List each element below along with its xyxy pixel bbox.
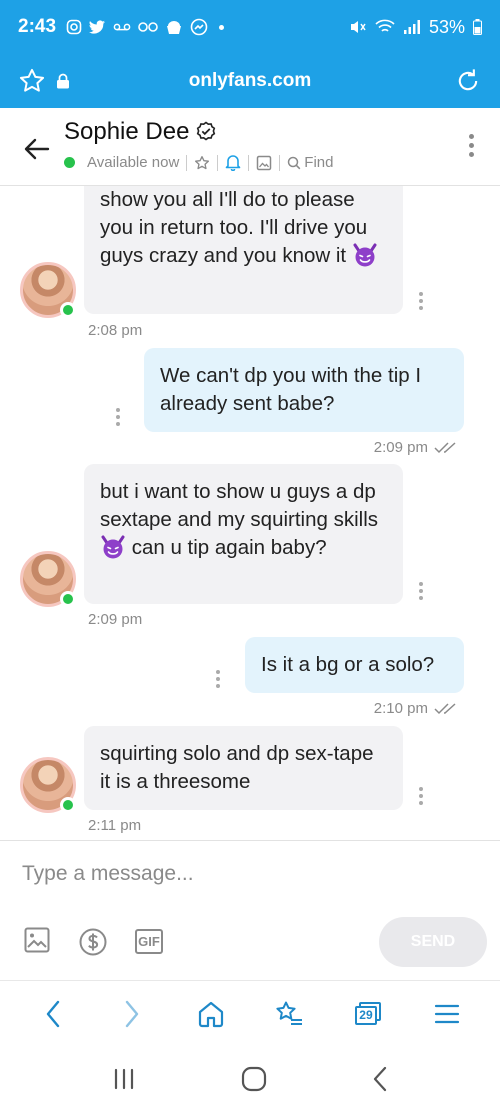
message-options-icon[interactable] [419, 582, 423, 600]
tabs-button[interactable]: 29 [348, 994, 388, 1034]
message-text: squirting solo and dp sex-tape it is a t… [100, 742, 374, 793]
browser-back-button[interactable] [33, 994, 73, 1034]
message-options-icon[interactable] [419, 787, 423, 805]
incoming-message[interactable]: squirting solo and dp sex-tape it is a t… [84, 726, 403, 810]
gif-label: GIF [138, 934, 160, 949]
contact-subline: Available now Find [64, 154, 333, 171]
cast-icon [138, 22, 158, 32]
cupcake-icon [167, 21, 182, 34]
message-options-icon[interactable] [116, 408, 120, 426]
smiling-devil-emoji-icon [101, 535, 125, 559]
message-options-icon[interactable] [419, 292, 423, 310]
avatar[interactable] [20, 262, 76, 318]
avatar[interactable] [20, 551, 76, 607]
find-button[interactable]: Find [287, 154, 333, 171]
message-text: We can't dp you with the tip I already s… [160, 364, 422, 415]
outgoing-message[interactable]: Is it a bg or a solo? [245, 637, 464, 693]
chevron-left-icon [47, 1000, 60, 1027]
back-arrow-icon[interactable] [20, 132, 54, 166]
message-time-row: 2:10 pm [374, 700, 460, 717]
verified-badge-icon [197, 121, 216, 141]
chevron-right-icon [125, 1000, 139, 1027]
contact-name-row[interactable]: Sophie Dee [64, 118, 217, 146]
divider [279, 154, 281, 171]
online-dot [60, 591, 76, 607]
message-text: show you all I'll do to please you in re… [100, 188, 368, 267]
browser-menu-button[interactable] [427, 994, 467, 1034]
chat-header: Sophie Dee Available now Find [0, 108, 500, 186]
bookmarks-button[interactable] [269, 994, 309, 1034]
online-dot [60, 797, 76, 813]
lock-icon [57, 73, 69, 89]
contact-name[interactable]: Sophie Dee [64, 118, 189, 146]
smiling-devil-emoji-icon [353, 243, 377, 267]
gallery-icon[interactable] [256, 155, 272, 171]
tip-dollar-icon[interactable] [79, 928, 107, 956]
outgoing-message[interactable]: We can't dp you with the tip I already s… [144, 348, 464, 432]
message-time: 2:09 pm [373, 439, 428, 456]
availability-status: Available now [87, 154, 180, 171]
browser-forward-button[interactable] [112, 994, 152, 1034]
gif-button[interactable]: GIF [135, 929, 163, 954]
message-text: Is it a bg or a solo? [261, 653, 435, 676]
voicemail-icon [113, 23, 131, 31]
message-time: 2:09 pm [88, 611, 143, 628]
message-options-icon[interactable] [216, 670, 220, 688]
mute-icon [350, 21, 366, 33]
find-label: Find [304, 154, 334, 171]
divider [217, 154, 219, 171]
search-icon [288, 156, 301, 169]
signal-icon [403, 20, 420, 34]
status-time: 2:43 [18, 16, 57, 37]
message-time: 2:08 pm [88, 322, 143, 339]
messenger-icon [190, 18, 208, 36]
message-list[interactable]: show you all I'll do to please you in re… [0, 186, 500, 840]
reload-icon[interactable] [454, 67, 482, 95]
message-time: 2:11 pm [88, 817, 142, 834]
message-time: 2:10 pm [373, 700, 428, 717]
divider [248, 154, 250, 171]
tabs-icon: 29 [354, 1001, 381, 1026]
online-dot [64, 157, 75, 168]
tab-count: 29 [359, 1008, 373, 1022]
browser-home-button[interactable] [191, 994, 231, 1034]
recent-apps-icon[interactable] [112, 1068, 136, 1090]
online-dot [60, 302, 76, 318]
browser-toolbar: 29 [0, 980, 500, 1046]
system-navigation-bar [0, 1046, 500, 1112]
notification-icons [66, 18, 225, 36]
message-time-row: 2:09 pm [374, 439, 460, 456]
url-text[interactable]: onlyfans.com [0, 70, 500, 92]
send-button[interactable]: SEND [379, 917, 487, 967]
home-nav-icon[interactable] [241, 1066, 267, 1092]
battery-icon [473, 19, 482, 35]
more-notifications-dot [219, 24, 225, 30]
status-bar: 2:43 53% [0, 0, 500, 54]
status-right: 53% [349, 17, 482, 38]
bookmark-star-icon[interactable] [18, 67, 46, 95]
twitter-icon [89, 19, 106, 34]
wifi-icon [375, 19, 395, 32]
message-text: but i want to show u guys a dp sextape a… [100, 480, 379, 531]
divider [186, 154, 188, 171]
home-icon [198, 1001, 223, 1027]
message-composer: GIF SEND [0, 840, 500, 980]
bookmarks-star-list-icon [276, 1001, 303, 1025]
attach-image-icon[interactable] [24, 927, 50, 953]
browser-url-bar: onlyfans.com [0, 54, 500, 108]
double-check-icon [434, 702, 456, 714]
favorite-star-icon[interactable] [194, 155, 210, 171]
battery-percent: 53% [428, 16, 465, 37]
hamburger-menu-icon [434, 1004, 459, 1023]
double-check-icon [434, 441, 456, 453]
message-text: can u tip again baby? [131, 536, 327, 559]
chat-options-menu-icon[interactable] [469, 134, 474, 157]
instagram-icon [66, 19, 82, 35]
avatar[interactable] [20, 757, 76, 813]
incoming-message[interactable]: show you all I'll do to please you in re… [84, 186, 403, 314]
message-input[interactable] [22, 859, 472, 889]
notification-bell-icon[interactable] [225, 154, 241, 171]
incoming-message[interactable]: but i want to show u guys a dp sextape a… [84, 464, 403, 604]
back-nav-icon[interactable] [372, 1066, 388, 1092]
